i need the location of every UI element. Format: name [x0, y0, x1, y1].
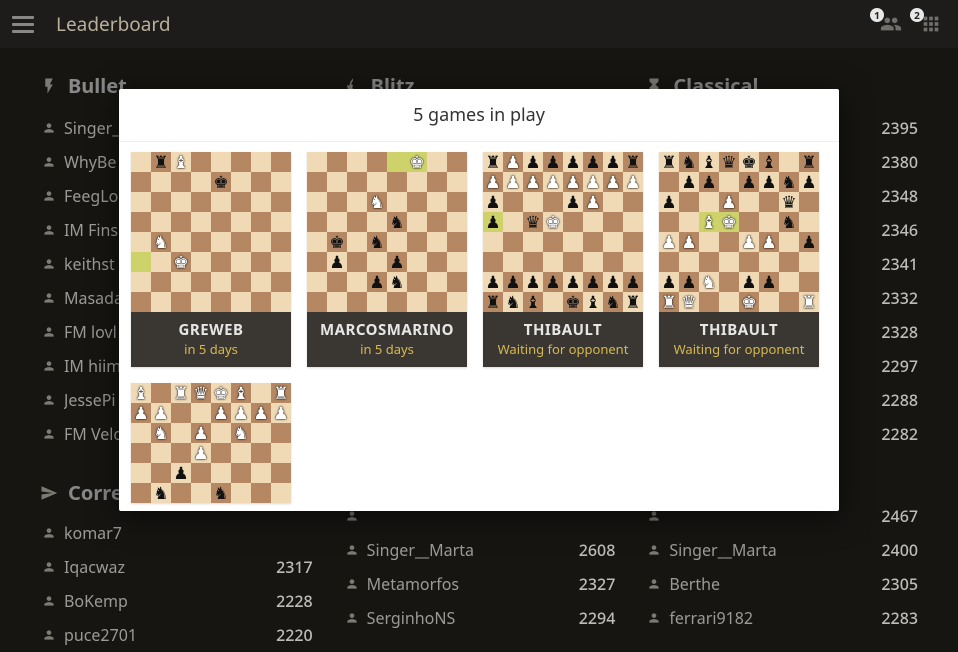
- game-subtitle: in 5 days: [137, 342, 285, 357]
- player-rating: 2327: [579, 573, 616, 595]
- game-card-meta: GREWEB in 5 days: [131, 312, 291, 367]
- challenge-icon[interactable]: 2: [916, 12, 946, 36]
- person-icon: [40, 257, 58, 271]
- player-rating: 2288: [881, 389, 918, 411]
- player-rating: 2346: [881, 219, 918, 241]
- player-rating: 2283: [881, 607, 918, 629]
- player-rating: 2294: [579, 607, 616, 629]
- game-player-name: MARCOSMARINO: [313, 320, 461, 340]
- game-player-name: GREWEB: [137, 320, 285, 340]
- person-icon: [40, 121, 58, 135]
- player-name: Singer__Marta: [669, 539, 881, 561]
- player-name: Singer__Marta: [367, 539, 579, 561]
- person-icon: [40, 325, 58, 339]
- hamburger-menu-icon[interactable]: [12, 12, 36, 36]
- person-icon: [40, 223, 58, 237]
- game-card-meta: THIBAULT Waiting for opponent: [659, 312, 819, 367]
- player-rating: 2341: [881, 253, 918, 275]
- leaderboard-row[interactable]: Singer__Marta2400: [645, 533, 918, 567]
- game-subtitle: Waiting for opponent: [489, 342, 637, 357]
- person-icon: [40, 393, 58, 407]
- player-rating: 2317: [276, 556, 313, 578]
- challenge-badge: 2: [910, 8, 924, 22]
- leaderboard-row[interactable]: puce27012220: [40, 618, 313, 652]
- person-icon: [343, 509, 361, 523]
- person-icon: [40, 427, 58, 441]
- person-icon: [40, 189, 58, 203]
- leaderboard-row[interactable]: SerginhoNS2294: [343, 601, 616, 635]
- leaderboard-row[interactable]: Metamorfos2327: [343, 567, 616, 601]
- player-name: Metamorfos: [367, 573, 579, 595]
- player-name: komar7: [64, 522, 313, 544]
- chess-board: ♚♞♞♚♞♟♟♟♞: [307, 152, 467, 312]
- player-name: Iqacwaz: [64, 556, 276, 578]
- person-icon: [645, 509, 663, 523]
- game-card[interactable]: ♜♝♚♞♚ GREWEB in 5 days: [131, 152, 291, 367]
- leaderboard-row[interactable]: Singer__Marta2608: [343, 533, 616, 567]
- player-rating: 2220: [276, 624, 313, 646]
- games-in-play-modal: 5 games in play ♜♝♚♞♚GREWEBin 5 days♚♞♞♚…: [119, 89, 839, 511]
- game-subtitle: in 5 days: [313, 342, 461, 357]
- game-player-name: THIBAULT: [489, 320, 637, 340]
- friends-icon[interactable]: 1: [876, 12, 906, 36]
- player-rating: 2305: [881, 573, 918, 595]
- person-icon: [40, 560, 58, 574]
- game-card[interactable]: ♜♟♟♟♟♟♟♜♟♟♟♟♟♟♟♟♟♟♟♟♛♚♟♟♟♟♟♟♟♟♜♞♝♚♝♞♜THI…: [483, 152, 643, 367]
- player-name: SerginhoNS: [367, 607, 579, 629]
- game-card[interactable]: ♝♜♛♚♝♜♟♟♟♟♟♟♞♟♞♟♟♞♞: [131, 383, 291, 503]
- chess-board: ♜♟♟♟♟♟♟♜♟♟♟♟♟♟♟♟♟♟♟♟♛♚♟♟♟♟♟♟♟♟♜♞♝♚♝♞♜: [483, 152, 643, 312]
- leaderboard-row[interactable]: Iqacwaz2317: [40, 550, 313, 584]
- person-icon: [40, 291, 58, 305]
- person-icon: [645, 611, 663, 625]
- correspondence-label: Corre: [68, 479, 123, 506]
- player-rating: 2332: [881, 287, 918, 309]
- person-icon: [40, 594, 58, 608]
- paper-plane-icon: [40, 484, 58, 502]
- game-player-name: THIBAULT: [665, 320, 813, 340]
- chess-board: ♜♞♝♛♚♝♜♟♟♟♟♞♟♟♟♛♝♚♞♟♟♟♟♟♟♟♞♟♟♜♛♚♜: [659, 152, 819, 312]
- game-card-meta: THIBAULT Waiting for opponent: [483, 312, 643, 367]
- leaderboard-row[interactable]: Berthe2305: [645, 567, 918, 601]
- player-rating: 2400: [881, 539, 918, 561]
- game-card[interactable]: ♜♞♝♛♚♝♜♟♟♟♟♞♟♟♟♛♝♚♞♟♟♟♟♟♟♟♞♟♟♜♛♚♜THIBAUL…: [659, 152, 819, 367]
- person-icon: [40, 526, 58, 540]
- leaderboard-row[interactable]: ferrari91822283: [645, 601, 918, 635]
- player-rating: 2395: [881, 117, 918, 139]
- leaderboard-row[interactable]: komar7: [40, 516, 313, 550]
- person-icon: [343, 611, 361, 625]
- player-rating: 2380: [881, 151, 918, 173]
- person-icon: [40, 359, 58, 373]
- player-rating: 2467: [881, 505, 918, 527]
- player-rating: 2228: [276, 590, 313, 612]
- game-card[interactable]: ♚♞♞♚♞♟♟♟♞ MARCOSMARINO in 5 days: [307, 152, 467, 367]
- person-icon: [645, 577, 663, 591]
- player-name: BoKemp: [64, 590, 276, 612]
- player-name: puce2701: [64, 624, 276, 646]
- person-icon: [343, 543, 361, 557]
- player-rating: 2297: [881, 355, 918, 377]
- leaderboard-row[interactable]: BoKemp2228: [40, 584, 313, 618]
- game-card-meta: MARCOSMARINO in 5 days: [307, 312, 467, 367]
- person-icon: [645, 543, 663, 557]
- player-name: ferrari9182: [669, 607, 881, 629]
- modal-title: 5 games in play: [119, 89, 839, 142]
- person-icon: [40, 628, 58, 642]
- friends-badge: 1: [870, 8, 884, 22]
- chess-board: ♜♝♚♞♚: [131, 152, 291, 312]
- player-rating: 2608: [579, 539, 616, 561]
- page-title: Leaderboard: [56, 11, 171, 37]
- player-name: Berthe: [669, 573, 881, 595]
- player-rating: 2348: [881, 185, 918, 207]
- player-rating: 2328: [881, 321, 918, 343]
- bolt-icon: [40, 77, 58, 95]
- person-icon: [40, 155, 58, 169]
- top-bar: Leaderboard 1 2: [0, 0, 958, 48]
- game-subtitle: Waiting for opponent: [665, 342, 813, 357]
- player-rating: 2282: [881, 423, 918, 445]
- chess-board: ♝♜♛♚♝♜♟♟♟♟♟♟♞♟♞♟♟♞♞: [131, 383, 291, 503]
- person-icon: [343, 577, 361, 591]
